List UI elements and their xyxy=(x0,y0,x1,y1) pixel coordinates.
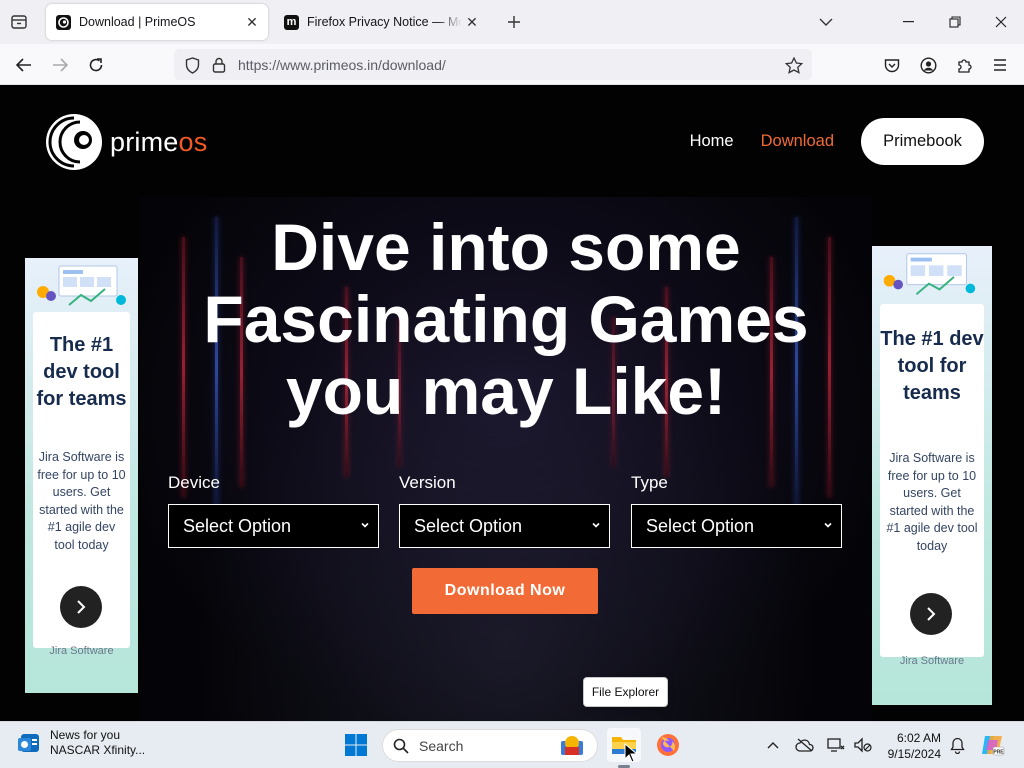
volume-muted-icon[interactable] xyxy=(853,735,873,755)
search-icon xyxy=(393,738,409,754)
close-tab-icon[interactable]: ✕ xyxy=(462,12,482,32)
close-window-icon[interactable] xyxy=(978,0,1024,44)
clock-time: 6:02 AM xyxy=(896,731,941,745)
chevron-down-icon xyxy=(361,522,369,528)
tab-title: Firefox Privacy Notice — Mozilla xyxy=(307,15,462,29)
ad-body: Jira Software is free for up to 10 users… xyxy=(37,450,126,552)
forward-arrow-icon[interactable] xyxy=(45,50,75,80)
ad-illustration-icon xyxy=(37,265,126,306)
tracking-protection-shield-icon[interactable] xyxy=(182,55,202,75)
device-select-value: Select Option xyxy=(183,515,292,536)
system-clock[interactable]: 6:02 AM 9/15/2024 xyxy=(880,730,941,762)
version-select-value: Select Option xyxy=(414,515,523,536)
list-all-tabs-chevron-icon[interactable] xyxy=(815,12,837,32)
chevron-down-icon xyxy=(592,522,600,528)
reload-icon[interactable] xyxy=(81,50,111,80)
search-highlight-icon xyxy=(561,736,583,755)
back-arrow-icon[interactable] xyxy=(9,50,39,80)
news-widget-subtitle: NASCAR Xfinity... xyxy=(50,743,146,757)
tab-primeos-download[interactable]: Download | PrimeOS ✕ xyxy=(46,4,268,40)
primebook-button[interactable]: Primebook xyxy=(861,118,984,165)
taskbar-search-box[interactable]: Search xyxy=(382,729,598,762)
site-navigation: Home Download Primebook xyxy=(690,118,984,165)
lock-icon[interactable] xyxy=(209,55,229,75)
web-page: primeos Home Download Primebook Dive int… xyxy=(0,85,1024,721)
primeos-logo[interactable]: primeos xyxy=(44,112,207,172)
windows-start-icon[interactable] xyxy=(339,728,373,762)
version-select[interactable]: Select Option xyxy=(399,504,610,548)
cloud-offline-icon[interactable] xyxy=(795,735,815,755)
left-ad-banner[interactable]: The #1 dev tool for teams Jira Software … xyxy=(25,258,138,693)
hamburger-menu-icon[interactable] xyxy=(985,50,1015,80)
ad-title: The #1 dev tool for teams xyxy=(880,328,984,404)
restore-icon[interactable] xyxy=(932,0,978,44)
new-tab-plus-icon[interactable] xyxy=(503,11,525,33)
windows-taskbar: News for you NASCAR Xfinity... Search 6:… xyxy=(0,721,1024,768)
primeos-favicon-icon xyxy=(56,14,71,30)
right-ad-banner[interactable]: The #1 dev tool for teams Jira Software … xyxy=(872,246,992,705)
type-select[interactable]: Select Option xyxy=(631,504,842,548)
nav-home-link[interactable]: Home xyxy=(690,132,734,151)
extensions-puzzle-icon[interactable] xyxy=(949,50,979,80)
network-icon[interactable] xyxy=(826,735,846,755)
notification-bell-icon[interactable] xyxy=(947,735,967,755)
navigation-toolbar: https://www.primeos.in/download/ xyxy=(0,44,1024,85)
address-bar[interactable]: https://www.primeos.in/download/ xyxy=(174,49,812,80)
ad-arrow-right-icon[interactable] xyxy=(910,593,952,635)
ad-body: Jira Software is free for up to 10 users… xyxy=(886,451,978,553)
ad-title: The #1 dev tool for teams xyxy=(36,334,127,410)
type-label: Type xyxy=(631,473,668,492)
pocket-icon[interactable] xyxy=(877,50,907,80)
url-text[interactable]: https://www.primeos.in/download/ xyxy=(238,57,446,73)
logo-wordmark: primeos xyxy=(110,126,208,157)
news-widget[interactable]: News for you NASCAR Xfinity... xyxy=(16,728,145,758)
device-select[interactable]: Select Option xyxy=(168,504,379,548)
mouse-cursor-icon xyxy=(624,743,638,763)
news-widget-title: News for you xyxy=(50,728,121,742)
bookmark-star-icon[interactable] xyxy=(784,55,804,75)
mozilla-favicon-icon: m xyxy=(284,14,299,30)
search-placeholder: Search xyxy=(419,737,464,754)
ad-brand: Jira Software xyxy=(899,655,965,667)
close-tab-icon[interactable]: ✕ xyxy=(242,12,262,32)
tab-firefox-privacy[interactable]: m Firefox Privacy Notice — Mozilla ✕ xyxy=(274,4,488,40)
ad-arrow-right-icon[interactable] xyxy=(60,586,102,628)
nav-download-link[interactable]: Download xyxy=(761,132,834,151)
tab-list-icon[interactable] xyxy=(8,12,30,32)
file-explorer-tooltip: File Explorer xyxy=(583,677,668,707)
download-now-button[interactable]: Download Now xyxy=(412,568,598,614)
show-hidden-icons-chevron-icon[interactable] xyxy=(763,735,783,755)
news-widget-icon xyxy=(18,734,39,752)
ad-illustration-icon xyxy=(883,253,976,295)
hero-headline: Dive into some Fascinating Games you may… xyxy=(203,210,809,428)
minimize-icon[interactable] xyxy=(886,0,932,44)
clock-date: 9/15/2024 xyxy=(887,747,941,761)
chevron-down-icon xyxy=(824,522,832,528)
tab-strip: Download | PrimeOS ✕ m Firefox Privacy N… xyxy=(0,0,1024,44)
type-select-value: Select Option xyxy=(646,515,755,536)
tab-title: Download | PrimeOS xyxy=(79,15,196,29)
primeos-logo-mark-icon xyxy=(46,114,102,170)
firefox-icon[interactable] xyxy=(651,728,685,762)
account-icon[interactable] xyxy=(913,50,943,80)
ad-brand: Jira Software xyxy=(49,645,114,657)
copilot-icon[interactable]: PRE xyxy=(975,728,1009,762)
device-label: Device xyxy=(168,473,220,492)
svg-text:PRE: PRE xyxy=(993,750,1004,756)
version-label: Version xyxy=(399,473,456,492)
